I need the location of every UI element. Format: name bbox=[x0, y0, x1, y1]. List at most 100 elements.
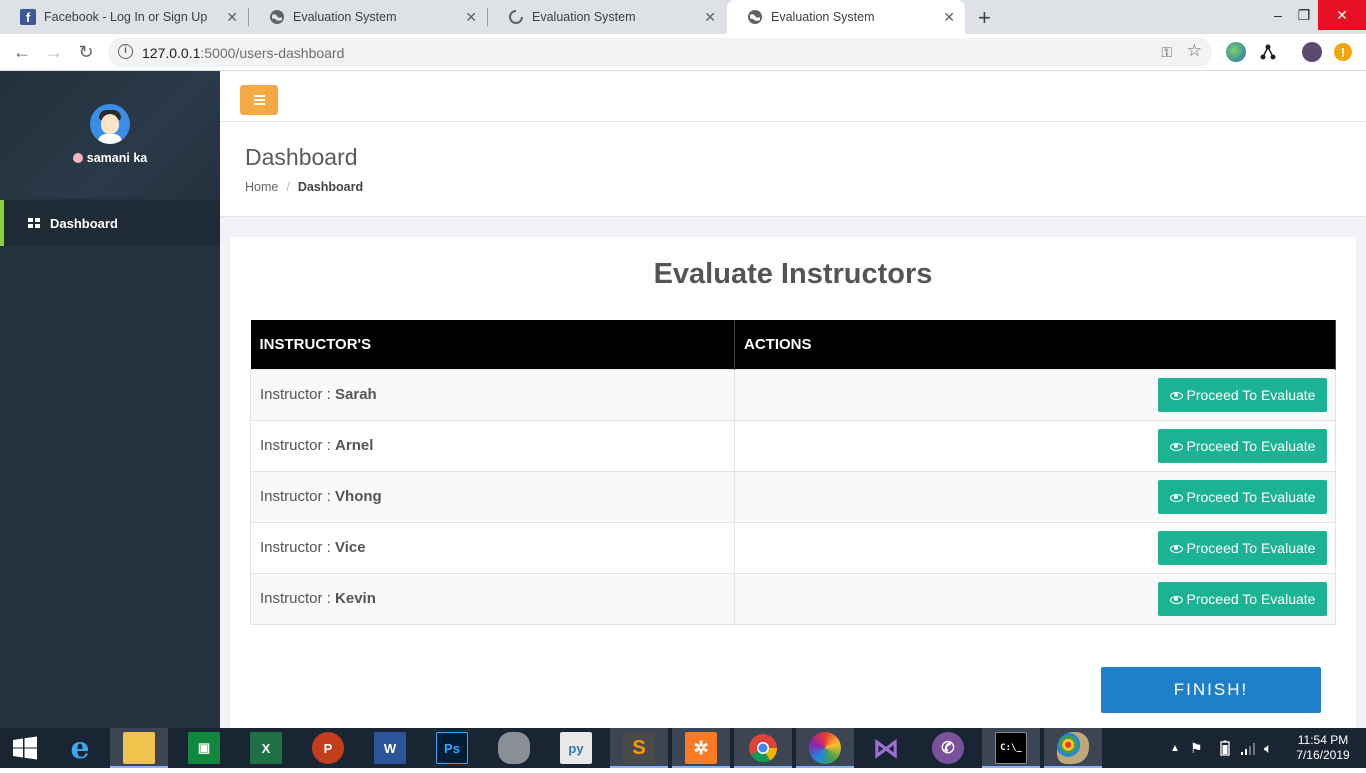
cmd-icon: C:\_ bbox=[995, 732, 1027, 764]
username: samani ka bbox=[0, 151, 220, 165]
chrome-slot[interactable] bbox=[734, 728, 792, 768]
eye-icon bbox=[1169, 493, 1183, 502]
key-icon[interactable]: ⚿ bbox=[1161, 44, 1172, 61]
instructor-cell: Instructor : Sarah bbox=[250, 368, 735, 421]
actions-cell: Proceed To Evaluate bbox=[734, 572, 1336, 625]
breadcrumb-home-link[interactable]: Home bbox=[245, 180, 278, 194]
powerpoint-icon[interactable]: P bbox=[312, 732, 344, 764]
tab-facebook[interactable]: f Facebook - Log In or Sign Up ✕ bbox=[0, 0, 248, 34]
globe-icon bbox=[747, 9, 763, 25]
instructor-name: Kevin bbox=[335, 590, 376, 607]
sidebar-item-dashboard[interactable]: Dashboard bbox=[0, 200, 220, 246]
actions-cell: Proceed To Evaluate bbox=[734, 368, 1336, 421]
sublime-text-slot[interactable]: S bbox=[610, 728, 668, 768]
globe-icon bbox=[269, 9, 285, 25]
instructors-table: INSTRUCTOR'S ACTIONS Instructor : Sarah … bbox=[250, 320, 1336, 625]
eye-icon bbox=[1169, 391, 1183, 400]
windows-start-icon[interactable] bbox=[0, 728, 50, 768]
visual-studio-icon[interactable]: ⋈ bbox=[870, 732, 902, 764]
sublime-text-icon: S bbox=[623, 732, 655, 764]
battery-icon[interactable] bbox=[1220, 728, 1230, 768]
xampp-icon: ✲ bbox=[685, 732, 717, 764]
table-row: Instructor : Sarah Proceed To Evaluate bbox=[250, 368, 1336, 421]
action-center-flag-icon[interactable]: ⚑ bbox=[1190, 728, 1203, 768]
tab-evaluation-active[interactable]: Evaluation System ✕ bbox=[727, 0, 965, 34]
eye-icon bbox=[1169, 544, 1183, 553]
breadcrumb: Home / Dashboard bbox=[245, 180, 364, 194]
finish-button[interactable]: FINISH! bbox=[1101, 667, 1321, 713]
excel-icon[interactable]: X bbox=[250, 732, 282, 764]
xampp-slot[interactable]: ✲ bbox=[672, 728, 730, 768]
facebook-icon: f bbox=[20, 9, 36, 25]
forward-arrow-icon[interactable]: → bbox=[42, 40, 66, 64]
tab-title: Facebook - Log In or Sign Up bbox=[44, 10, 208, 24]
extension-globe-icon[interactable] bbox=[1226, 42, 1246, 62]
new-tab-icon[interactable]: + bbox=[978, 5, 991, 31]
proceed-to-evaluate-button[interactable]: Proceed To Evaluate bbox=[1158, 479, 1327, 514]
loading-icon bbox=[508, 9, 524, 25]
clock-time: 11:54 PM bbox=[1297, 733, 1349, 747]
browser-toolbar: ← → ↻ i 127.0.0.1:5000/users-dashboard ⚿… bbox=[0, 34, 1366, 71]
back-arrow-icon[interactable]: ← bbox=[10, 40, 34, 64]
sidebar: samani ka Dashboard bbox=[0, 71, 220, 728]
proceed-to-evaluate-button[interactable]: Proceed To Evaluate bbox=[1158, 581, 1327, 616]
instructor-name: Arnel bbox=[335, 437, 374, 454]
paint-icon bbox=[1057, 732, 1089, 764]
column-header-actions: ACTIONS bbox=[734, 320, 1336, 369]
proceed-to-evaluate-button[interactable]: Proceed To Evaluate bbox=[1158, 428, 1327, 463]
window-close-icon[interactable]: ✕ bbox=[1318, 0, 1366, 30]
proceed-to-evaluate-button[interactable]: Proceed To Evaluate bbox=[1158, 530, 1327, 565]
tab-title: Evaluation System bbox=[532, 10, 636, 24]
close-tab-icon[interactable]: ✕ bbox=[226, 9, 238, 26]
photoshop-icon[interactable]: Ps bbox=[436, 732, 468, 764]
tab-title: Evaluation System bbox=[771, 10, 875, 24]
instructor-cell: Instructor : Vhong bbox=[250, 470, 735, 523]
breadcrumb-current: Dashboard bbox=[297, 180, 364, 194]
bookmark-star-icon[interactable]: ☆ bbox=[1187, 41, 1202, 61]
database-icon[interactable] bbox=[498, 732, 530, 764]
python-icon[interactable]: py bbox=[560, 732, 592, 764]
dashboard-grid-icon bbox=[28, 218, 40, 228]
paint-slot[interactable] bbox=[1044, 728, 1102, 768]
close-tab-icon[interactable]: ✕ bbox=[465, 9, 477, 26]
network-signal-icon[interactable] bbox=[1240, 728, 1256, 768]
profile-avatar-icon[interactable] bbox=[1302, 42, 1322, 62]
app-slot[interactable] bbox=[796, 728, 854, 768]
clock-date: 7/16/2019 bbox=[1296, 748, 1350, 762]
eye-icon bbox=[1169, 595, 1183, 604]
avatar-face bbox=[101, 114, 119, 134]
system-clock[interactable]: 11:54 PM 7/16/2019 bbox=[1290, 733, 1356, 763]
actions-cell: Proceed To Evaluate bbox=[734, 521, 1336, 574]
instructor-name: Vhong bbox=[335, 488, 382, 505]
file-explorer-slot[interactable] bbox=[110, 728, 168, 768]
instructor-name: Sarah bbox=[335, 386, 377, 403]
proceed-to-evaluate-button[interactable]: Proceed To Evaluate bbox=[1158, 377, 1327, 412]
internet-explorer-icon[interactable]: e bbox=[64, 731, 96, 766]
cmd-slot[interactable]: C:\_ bbox=[982, 728, 1040, 768]
tab-evaluation-2[interactable]: Evaluation System ✕ bbox=[488, 0, 726, 34]
top-bar bbox=[220, 71, 1366, 122]
avatar-body bbox=[98, 134, 122, 144]
close-tab-icon[interactable]: ✕ bbox=[943, 9, 955, 26]
tab-title: Evaluation System bbox=[293, 10, 397, 24]
menu-toggle-button[interactable] bbox=[240, 85, 278, 115]
instructor-cell: Instructor : Arnel bbox=[250, 419, 735, 472]
sidebar-item-label: Dashboard bbox=[50, 215, 118, 231]
tab-evaluation-1[interactable]: Evaluation System ✕ bbox=[249, 0, 487, 34]
table-row: Instructor : Kevin Proceed To Evaluate bbox=[250, 572, 1336, 625]
site-info-icon[interactable]: i bbox=[118, 44, 133, 59]
close-tab-icon[interactable]: ✕ bbox=[704, 9, 716, 26]
address-bar[interactable]: i 127.0.0.1:5000/users-dashboard ⚿ ☆ bbox=[108, 38, 1212, 67]
extension-network-icon[interactable] bbox=[1258, 42, 1278, 62]
viber-icon[interactable]: ✆ bbox=[932, 732, 964, 764]
volume-icon[interactable]: 🔈︎ bbox=[1264, 728, 1272, 768]
reload-icon[interactable]: ↻ bbox=[74, 40, 98, 64]
app-icon bbox=[809, 732, 841, 764]
show-hidden-icons-icon[interactable]: ▲ bbox=[1170, 728, 1180, 768]
file-explorer-icon bbox=[123, 732, 155, 764]
chrome-icon bbox=[747, 732, 779, 764]
actions-cell: Proceed To Evaluate bbox=[734, 470, 1336, 523]
word-icon[interactable]: W bbox=[374, 732, 406, 764]
store-icon[interactable]: ▣ bbox=[188, 732, 220, 764]
update-alert-icon[interactable]: ! bbox=[1334, 43, 1352, 61]
